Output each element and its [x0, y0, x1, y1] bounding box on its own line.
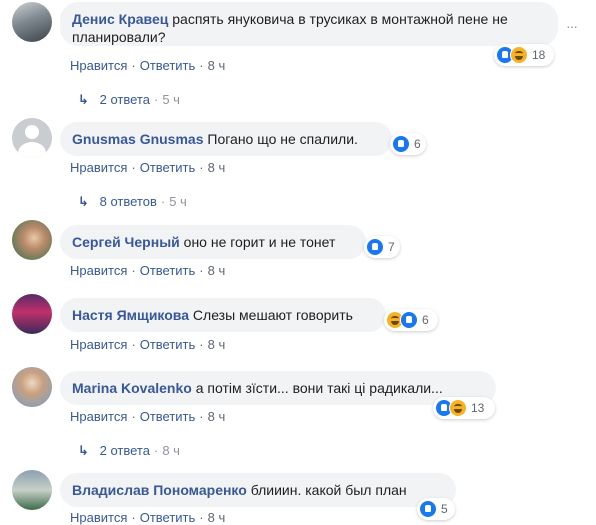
- replies-count[interactable]: 8 ответов: [100, 194, 157, 209]
- separator: ·: [131, 263, 136, 278]
- separator: ·: [153, 443, 159, 458]
- comment-bubble: Владислав Пономаренко блииин. какой был …: [60, 473, 456, 507]
- reaction-summary[interactable]: 13: [433, 397, 495, 419]
- avatar[interactable]: [12, 470, 52, 510]
- replies-time: 8 ч: [162, 443, 180, 458]
- reply-arrow-icon: ↳: [78, 194, 89, 209]
- comment-text: а потім зїсти... вони такі ці радикали..…: [195, 380, 443, 396]
- replies-count[interactable]: 2 ответа: [100, 92, 150, 107]
- separator: ·: [131, 337, 136, 352]
- comment-author[interactable]: Владислав Пономаренко: [72, 482, 247, 498]
- default-avatar-body: [18, 142, 46, 158]
- like-icon: [366, 238, 384, 256]
- replies-count[interactable]: 2 ответа: [100, 443, 150, 458]
- comment-bubble: Gnusmas Gnusmas Погано що не спалили.: [60, 122, 392, 156]
- like-icon: [419, 500, 437, 518]
- separator: ·: [131, 409, 136, 424]
- avatar[interactable]: [12, 2, 52, 42]
- reaction-summary[interactable]: 6: [390, 133, 426, 155]
- comment-text: блииин. какой был план: [250, 482, 407, 498]
- avatar[interactable]: [12, 118, 52, 158]
- comment-timestamp[interactable]: 8 ч: [208, 58, 226, 73]
- avatar[interactable]: [12, 294, 52, 334]
- comment-actions: Нравится · Ответить · 8 ч: [70, 337, 225, 352]
- more-options-icon[interactable]: ···: [566, 18, 578, 34]
- haha-icon: [510, 46, 528, 64]
- avatar[interactable]: [12, 367, 52, 407]
- comment-author[interactable]: Настя Ямщикова: [72, 307, 189, 323]
- separator: ·: [131, 58, 136, 73]
- avatar[interactable]: [12, 220, 52, 260]
- comment-timestamp[interactable]: 8 ч: [208, 263, 226, 278]
- comment-bubble: Marina Kovalenko а потім зїсти... вони т…: [60, 371, 496, 405]
- comment-timestamp[interactable]: 8 ч: [208, 409, 226, 424]
- like-icon: [400, 311, 418, 329]
- separator: ·: [153, 92, 159, 107]
- reaction-count: 18: [532, 48, 546, 62]
- reply-arrow-icon: ↳: [78, 443, 89, 458]
- reaction-summary[interactable]: 5: [417, 498, 455, 520]
- comment-timestamp[interactable]: 8 ч: [208, 160, 226, 175]
- comment-author[interactable]: Marina Kovalenko: [72, 380, 192, 396]
- reply-button[interactable]: Ответить: [140, 263, 196, 278]
- separator: ·: [199, 263, 204, 278]
- like-icon: [392, 135, 410, 153]
- separator: ·: [199, 409, 204, 424]
- comment-bubble: Сергей Черный оно не горит и не тонет: [60, 225, 366, 259]
- comment-text: Погано що не спалили.: [207, 131, 358, 147]
- replies-time: 5 ч: [169, 194, 187, 209]
- reply-button[interactable]: Ответить: [140, 409, 196, 424]
- replies-time: 5 ч: [162, 92, 180, 107]
- reaction-count: 13: [471, 401, 485, 415]
- reaction-count: 5: [441, 502, 448, 516]
- comment-timestamp[interactable]: 8 ч: [208, 337, 226, 352]
- like-button[interactable]: Нравится: [70, 409, 127, 424]
- reaction-summary[interactable]: 7: [364, 236, 400, 258]
- comment-actions: Нравится · Ответить · 8 ч: [70, 58, 225, 73]
- separator: ·: [199, 337, 204, 352]
- separator: ·: [199, 58, 204, 73]
- comment-bubble: Денис Кравец распять януковича в трусика…: [60, 2, 558, 46]
- reply-button[interactable]: Ответить: [140, 160, 196, 175]
- comment-text: оно не горит и не тонет: [183, 234, 336, 250]
- reply-button[interactable]: Ответить: [140, 58, 196, 73]
- like-button[interactable]: Нравится: [70, 58, 127, 73]
- like-button[interactable]: Нравится: [70, 337, 127, 352]
- default-avatar-head: [25, 125, 39, 139]
- like-button[interactable]: Нравится: [70, 263, 127, 278]
- comment-author[interactable]: Gnusmas Gnusmas: [72, 131, 204, 147]
- comment-author[interactable]: Денис Кравец: [72, 11, 168, 27]
- reaction-count: 6: [422, 313, 429, 327]
- view-replies-link[interactable]: ↳ 2 ответа · 5 ч: [78, 92, 180, 108]
- comment-actions: Нравится · Ответить · 8 ч: [70, 263, 225, 278]
- reaction-count: 7: [388, 240, 395, 254]
- reaction-summary[interactable]: 18: [494, 44, 554, 66]
- reaction-summary[interactable]: 6: [384, 309, 438, 331]
- like-button[interactable]: Нравится: [70, 160, 127, 175]
- view-replies-link[interactable]: ↳ 2 ответа · 8 ч: [78, 443, 180, 459]
- comment-actions: Нравится · Ответить · 8 ч: [70, 160, 225, 175]
- reaction-count: 6: [414, 137, 421, 151]
- separator: ·: [131, 160, 136, 175]
- view-replies-link[interactable]: ↳ 8 ответов · 5 ч: [78, 194, 187, 210]
- comment-text: Слезы мешают говорить: [192, 307, 353, 323]
- comment-author[interactable]: Сергей Черный: [72, 234, 180, 250]
- separator: ·: [199, 160, 204, 175]
- haha-icon: [449, 399, 467, 417]
- reply-button[interactable]: Ответить: [140, 337, 196, 352]
- reply-arrow-icon: ↳: [78, 92, 89, 107]
- comment-bubble: Настя Ямщикова Слезы мешают говорить: [60, 298, 386, 332]
- separator: ·: [160, 194, 166, 209]
- comment-actions: Нравится · Ответить · 8 ч: [70, 409, 225, 424]
